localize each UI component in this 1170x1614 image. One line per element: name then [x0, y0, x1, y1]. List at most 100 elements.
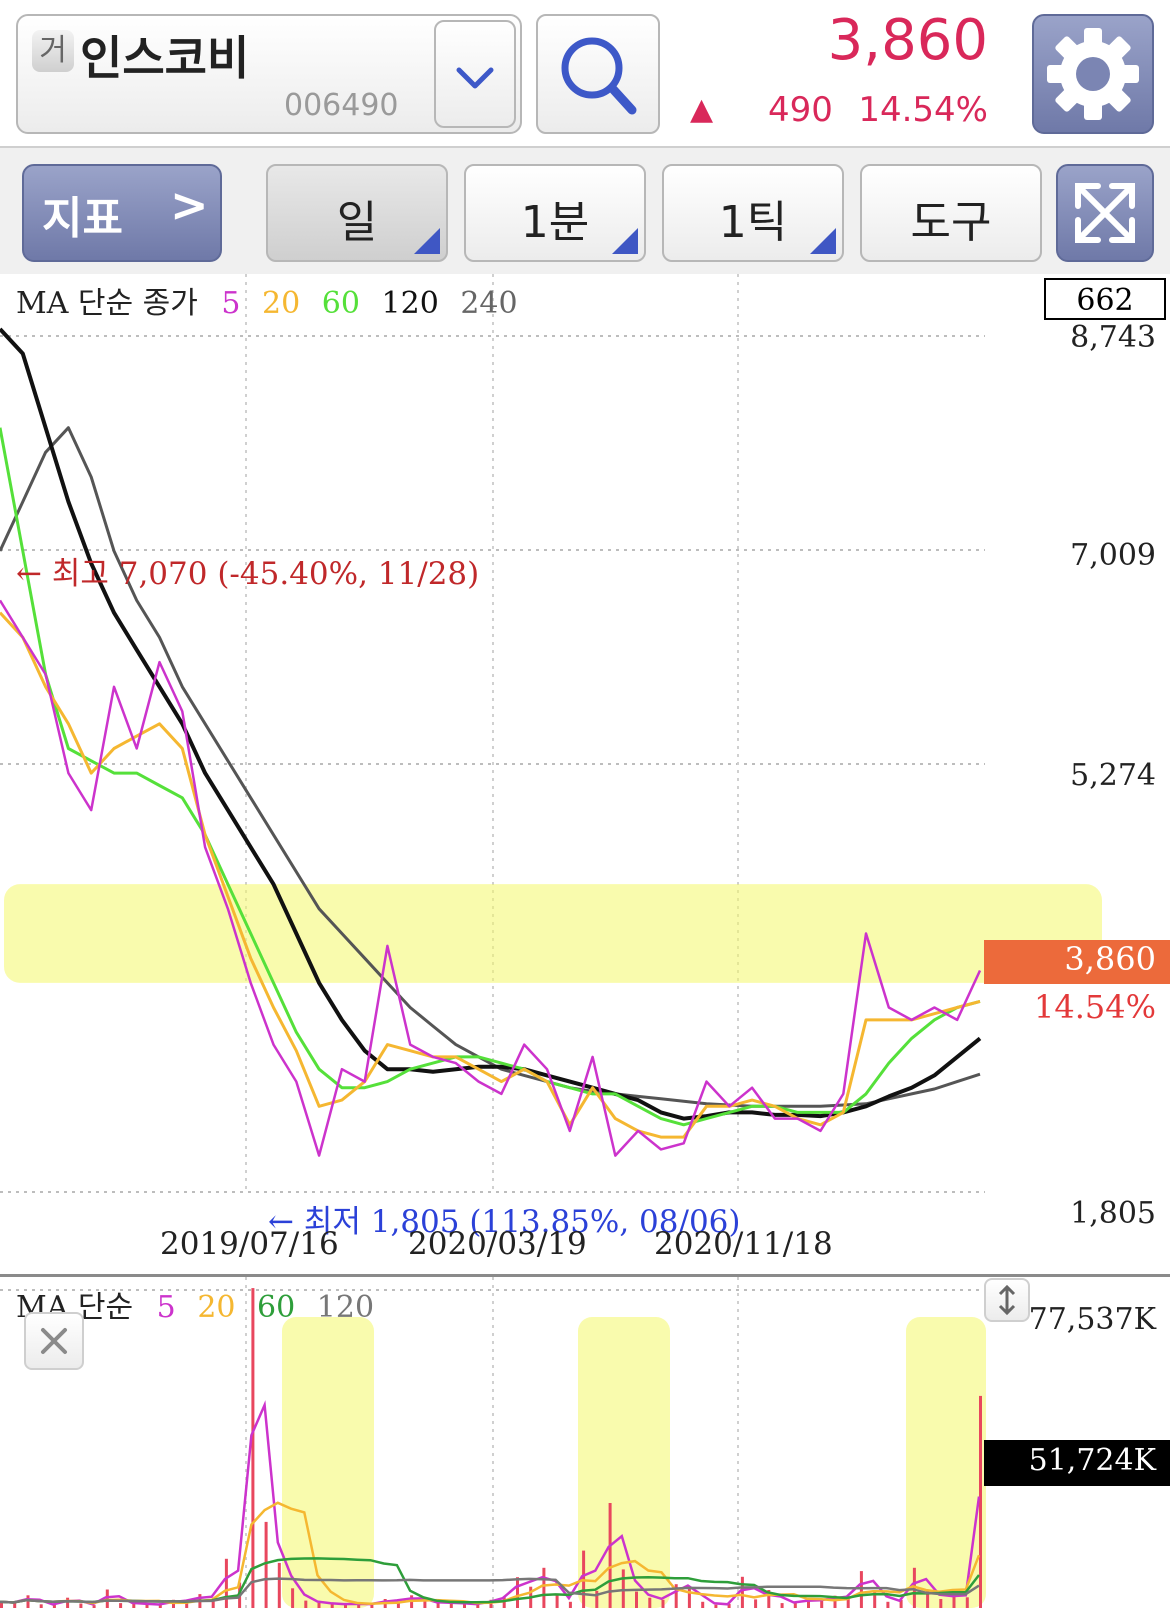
- volume-bar: [66, 1597, 70, 1608]
- gear-icon: [1047, 28, 1139, 120]
- indicator-label: 지표: [42, 193, 123, 244]
- ma-120-line: [0, 327, 982, 1121]
- volume-bar: [780, 1603, 784, 1608]
- ma-legend-240: 240: [460, 286, 518, 321]
- volume-bar: [105, 1589, 109, 1608]
- volume-bar: [277, 1562, 281, 1608]
- volume-highlight-band: [282, 1317, 374, 1608]
- vol-legend-120: 120: [316, 1290, 375, 1325]
- dropdown-corner-icon: [414, 228, 440, 254]
- ma-legend-5: 5: [221, 286, 241, 321]
- ma-legend: MA 단순 종가 5 20 60 120 240: [16, 278, 532, 322]
- close-panel-button[interactable]: [24, 1312, 84, 1370]
- vol-legend-20: 20: [197, 1290, 236, 1325]
- current-price: 3,860: [827, 8, 988, 73]
- volume-bar: [886, 1601, 890, 1608]
- price-change: 490: [768, 90, 833, 130]
- volume-highlight-band: [578, 1317, 670, 1608]
- search-button[interactable]: [536, 14, 660, 134]
- x-tick-2019-07-16: 2019/07/16: [160, 1226, 339, 1262]
- stock-code: 006490: [284, 88, 399, 123]
- volume-bar: [13, 1603, 17, 1608]
- volume-bar: [92, 1605, 96, 1608]
- settings-button[interactable]: [1032, 14, 1154, 134]
- top-value-box: 662: [1044, 278, 1166, 320]
- volume-bar: [39, 1604, 43, 1608]
- current-volume-tag: 51,724K: [1028, 1443, 1156, 1478]
- current-change-tag: 14.54%: [1033, 988, 1156, 1026]
- volume-bar: [224, 1558, 228, 1608]
- volume-bar: [516, 1577, 519, 1608]
- tools-label: 도구: [910, 197, 992, 248]
- stock-name: 인스코비: [80, 31, 250, 85]
- volume-bar: [317, 1602, 321, 1608]
- volume-bar: [145, 1604, 149, 1608]
- y-tick-8743: 8,743: [1070, 320, 1156, 355]
- ma-legend-prefix: MA 단순 종가: [16, 286, 198, 321]
- tools-button[interactable]: 도구: [860, 164, 1042, 262]
- vol-legend-5: 5: [156, 1290, 176, 1325]
- high-annotation: ← 최고 7,070 (-45.40%, 11/28): [16, 556, 480, 592]
- volume-bar: [423, 1601, 427, 1608]
- volume-bar: [26, 1595, 30, 1608]
- y-tick-5274: 5,274: [1070, 758, 1156, 793]
- volume-bar: [859, 1571, 863, 1608]
- search-icon: [561, 37, 637, 115]
- volume-highlight-band: [906, 1317, 986, 1608]
- volume-bar: [463, 1604, 466, 1608]
- x-tick-2020-11-18: 2020/11/18: [654, 1226, 833, 1262]
- volume-bar: [740, 1576, 744, 1608]
- chevron-right-icon: >: [170, 178, 209, 232]
- ma-legend-120: 120: [381, 286, 439, 321]
- ma-20-line: [0, 611, 981, 1139]
- volume-bar: [264, 1521, 268, 1608]
- volume-bar: [687, 1587, 691, 1608]
- y-tick-1805: 1,805: [1070, 1196, 1156, 1231]
- dropdown-corner-icon: [810, 228, 836, 254]
- ma-60-line: [0, 427, 981, 1127]
- chart-toolbar: 지표 > 일 1분 1틱 도구: [0, 148, 1170, 274]
- volume-bar: [542, 1567, 546, 1608]
- volume-bar: [635, 1591, 638, 1608]
- y-tick-7009: 7,009: [1070, 538, 1156, 573]
- volume-bar: [939, 1599, 943, 1608]
- volume-bar: [251, 1288, 255, 1608]
- market-badge: 거: [32, 30, 74, 72]
- expand-icon: [1075, 183, 1135, 243]
- x-tick-2020-03-19: 2020/03/19: [408, 1226, 587, 1262]
- ma-legend-20: 20: [262, 286, 301, 321]
- current-price-tag: 3,860: [1064, 940, 1156, 978]
- volume-bar: [304, 1600, 308, 1608]
- period-tick-button[interactable]: 1틱: [662, 164, 844, 262]
- volume-bar: [79, 1603, 83, 1608]
- ma-5-line: [0, 599, 982, 1157]
- volume-chart[interactable]: [0, 1277, 1170, 1614]
- chevron-down-icon: [456, 67, 494, 89]
- volume-bar: [568, 1601, 572, 1608]
- header-bar: 거 인스코비 006490 3,860 ▲ 490 14.54%: [0, 0, 1170, 148]
- volume-bar: [555, 1594, 559, 1608]
- close-icon: [41, 1328, 67, 1354]
- resize-icon: [998, 1284, 1016, 1316]
- volume-bar: [648, 1597, 652, 1608]
- volume-bar: [701, 1601, 705, 1608]
- volume-max-tick: 77,537K: [1028, 1302, 1156, 1337]
- price-chart[interactable]: [0, 274, 1170, 1274]
- expand-button[interactable]: [1056, 164, 1154, 262]
- volume-ma-5-line: [0, 1400, 981, 1606]
- volume-bar: [661, 1599, 665, 1608]
- up-arrow-icon: ▲: [690, 92, 714, 127]
- highlight-band: [4, 884, 1102, 983]
- stock-dropdown-button[interactable]: [434, 20, 516, 128]
- volume-bar: [714, 1604, 718, 1608]
- ma-legend-60: 60: [321, 286, 360, 321]
- volume-bar: [754, 1599, 758, 1608]
- volume-bar: [621, 1569, 625, 1608]
- resize-panel-button[interactable]: [984, 1278, 1030, 1322]
- period-day-button[interactable]: 일: [266, 164, 448, 262]
- period-minute-button[interactable]: 1분: [464, 164, 646, 262]
- volume-bar: [820, 1600, 824, 1608]
- volume-bar: [119, 1603, 123, 1608]
- ma-240-line: [0, 426, 981, 1108]
- indicator-button[interactable]: 지표 >: [22, 164, 222, 262]
